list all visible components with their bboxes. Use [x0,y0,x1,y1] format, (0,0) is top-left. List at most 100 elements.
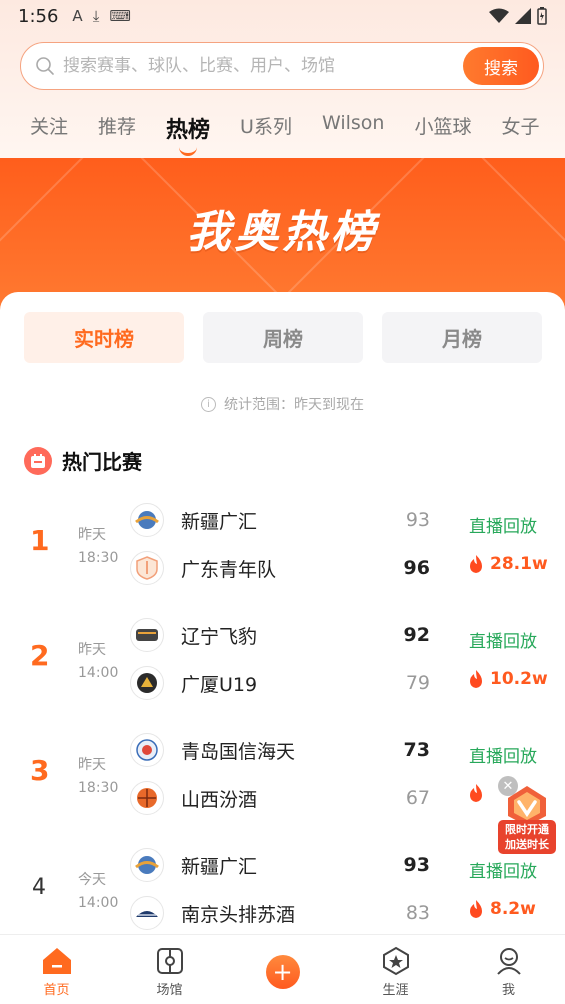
section-header: 热门比赛 [24,446,142,475]
team-logo-icon [130,781,164,815]
plus-icon: + [265,955,300,989]
stat-range-note: i 统计范围：昨天到现在 [0,394,565,414]
profile-icon [493,945,525,977]
team-score: 67 [405,787,430,809]
nav-me[interactable]: 我 [452,935,565,1004]
tab-wilson[interactable]: Wilson [322,112,385,134]
career-icon [380,945,412,977]
team-name: 辽宁飞豹 [181,625,258,648]
team-score: 96 [403,557,430,579]
game-day: 今天 [78,872,106,888]
heat-count [468,784,490,802]
nav-label: 我 [501,983,515,998]
battery-icon [537,7,547,25]
team-logo-icon [130,848,164,882]
game-time: 14:00 [78,665,119,681]
keyboard-icon: ⌨ [109,7,131,25]
status-system-icons [489,7,547,25]
game-day: 昨天 [78,757,106,773]
replay-link[interactable]: 直播回放 [469,742,537,767]
tab-realtime[interactable]: 实时榜 [24,312,184,363]
nav-label: 首页 [43,983,70,998]
rank-number: 4 [32,875,46,900]
promo-line-1: 限时开通 [505,823,549,836]
game-time: 14:00 [78,895,119,911]
fire-icon [470,670,482,688]
tab-women[interactable]: 女子 [501,112,539,139]
team-logo-icon [130,551,164,585]
replay-link[interactable]: 直播回放 [469,857,537,882]
nav-venue[interactable]: 场馆 [113,935,226,1004]
team-score: 93 [403,854,430,876]
team-logo-icon [130,896,164,930]
vip-promo-float[interactable]: ✕ 限时开通 加送时长 [498,776,556,856]
team-row: 新疆广汇 93 [130,502,430,538]
nav-career[interactable]: 生涯 [339,935,452,1004]
team-logo-icon [130,503,164,537]
team-row: 青岛国信海天 73 [130,732,430,768]
rank-number: 1 [30,524,50,557]
team-score: 83 [405,902,430,924]
rank-number: 2 [30,639,50,672]
fire-icon [470,900,482,918]
venue-icon [154,945,186,977]
team-name: 新疆广汇 [181,510,258,533]
ranking-card: 实时榜 周榜 月榜 i 统计范围：昨天到现在 热门比赛 1 昨天 18:30 新… [0,292,565,942]
calendar-icon [24,446,52,475]
game-time: 18:30 [78,550,119,566]
team-row: 广东青年队 96 [130,550,430,586]
team-name: 广厦U19 [181,673,258,696]
tab-hot-list[interactable]: 热榜 [166,112,210,144]
search-bar: 搜索 [20,42,544,90]
signal-icon [515,8,531,24]
team-name: 青岛国信海天 [181,740,296,763]
game-row[interactable]: 1 昨天 18:30 新疆广汇 93 广东青年队 96 直播回放 28.1w [0,492,565,592]
tab-monthly[interactable]: 月榜 [382,312,542,363]
a-notification-icon: A [72,7,83,25]
game-date: 今天 14:00 [78,869,118,915]
game-date: 昨天 18:30 [78,524,118,570]
heat-count: 28.1w [468,554,548,574]
tab-mini-basketball[interactable]: 小篮球 [414,112,471,139]
tab-recommend[interactable]: 推荐 [98,112,136,139]
team-score: 79 [405,672,430,694]
rank-number: 3 [30,754,50,787]
search-button[interactable]: 搜索 [463,47,539,85]
heat-value: 28.1w [490,554,548,574]
home-icon [41,945,73,977]
tab-u-series[interactable]: U系列 [240,112,292,139]
replay-link[interactable]: 直播回放 [469,512,537,537]
banner-title: 我奥热榜 [186,207,379,258]
team-name: 新疆广汇 [181,855,258,878]
game-time: 18:30 [78,780,119,796]
ranking-period-tabs: 实时榜 周榜 月榜 [24,312,542,363]
team-row: 辽宁飞豹 92 [130,617,430,653]
fire-icon [470,555,482,573]
heat-count: 8.2w [468,899,536,919]
team-row: 新疆广汇 93 [130,847,430,883]
team-name: 南京头排苏酒 [181,903,296,926]
team-score: 92 [403,624,430,646]
nav-create[interactable]: + [226,935,339,1004]
game-date: 昨天 18:30 [78,754,118,800]
game-row[interactable]: 4 今天 14:00 新疆广汇 93 南京头排苏酒 83 直播回放 8.2w [0,837,565,937]
status-notification-icons: A ⤓ ⌨ [72,7,131,25]
heat-value: 8.2w [490,899,536,919]
replay-link[interactable]: 直播回放 [469,627,537,652]
team-row: 广厦U19 79 [130,665,430,701]
nav-home[interactable]: 首页 [0,935,113,1004]
tab-follow[interactable]: 关注 [30,112,68,139]
team-row: 山西汾酒 67 [130,780,430,816]
game-date: 昨天 14:00 [78,639,118,685]
team-score: 73 [403,739,430,761]
team-score: 93 [405,509,430,531]
close-icon[interactable]: ✕ [498,776,518,796]
nav-label: 场馆 [156,983,183,998]
tab-weekly[interactable]: 周榜 [203,312,363,363]
search-input[interactable] [63,56,463,76]
fire-icon [470,784,482,802]
stat-range-text: 统计范围：昨天到现在 [224,397,364,413]
game-row[interactable]: 3 昨天 18:30 青岛国信海天 73 山西汾酒 67 直播回放 [0,722,565,822]
game-row[interactable]: 2 昨天 14:00 辽宁飞豹 92 广厦U19 79 直播回放 10.2w [0,607,565,707]
download-icon: ⤓ [92,7,100,25]
